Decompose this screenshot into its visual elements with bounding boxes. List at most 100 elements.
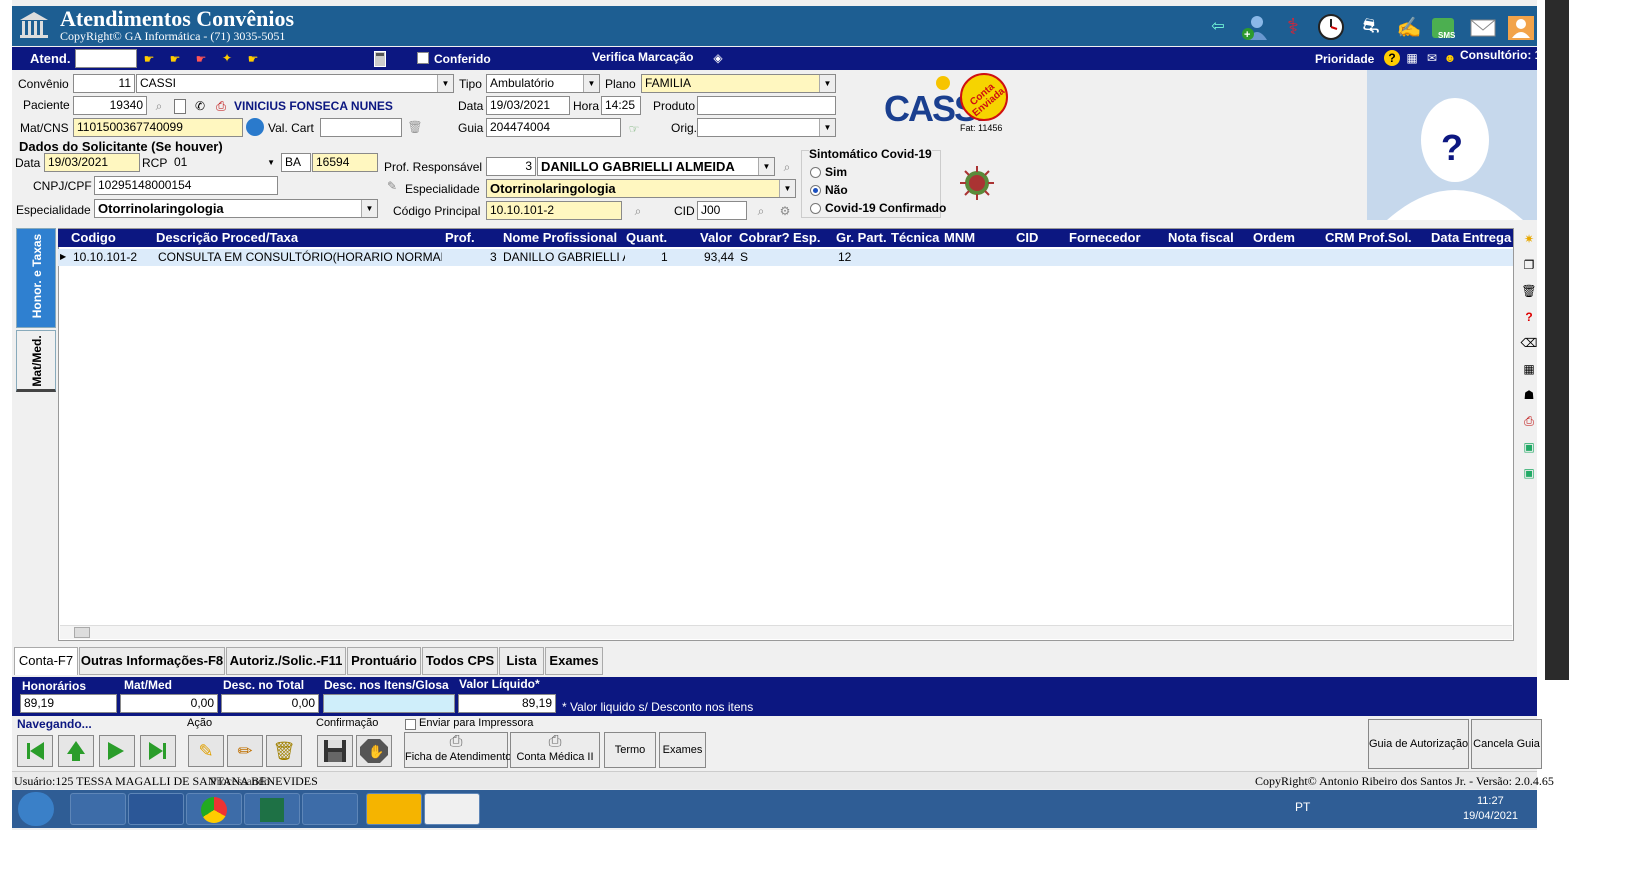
exames-button[interactable]: Exames (659, 732, 706, 768)
col-gr-part[interactable]: Gr. Part. (836, 230, 887, 245)
tab-outras-informacoes[interactable]: Outras Informações-F8 (79, 647, 225, 675)
first-record-button[interactable] (17, 735, 53, 767)
binoculars-icon[interactable]: ⌕ (778, 158, 796, 176)
next-record-button[interactable] (99, 735, 135, 767)
matmed-field[interactable]: 0,00 (120, 694, 218, 713)
paciente-code-field[interactable]: 19340 (73, 96, 147, 115)
cell-cobrar[interactable]: S (740, 250, 748, 264)
plano-select[interactable]: FAMILIA ▼ (641, 74, 836, 93)
valcart-field[interactable] (320, 118, 402, 137)
back-arrow-icon[interactable]: ⇦ (1208, 16, 1228, 36)
esp-select[interactable]: Otorrinolaringologia ▼ (94, 199, 378, 218)
prof-select[interactable]: DANILLO GABRIELLI ALMEIDA ▼ (537, 157, 775, 176)
desc-itens-field[interactable] (323, 694, 455, 713)
trash-icon[interactable]: 🗑 (406, 118, 424, 136)
chevron-down-icon[interactable]: ▼ (437, 75, 453, 92)
uf-field[interactable]: BA (281, 153, 311, 172)
table-row[interactable]: ▶ 10.10.101-2 CONSULTA EM CONSULTÓRIO(HO… (58, 249, 1513, 266)
col-crm-prof-sol[interactable]: CRM Prof.Sol. (1325, 230, 1412, 245)
stretcher-icon[interactable]: ⛐ (1356, 12, 1386, 42)
col-fornecedor[interactable]: Fornecedor (1069, 230, 1141, 245)
calendar-icon[interactable]: ▦ (1404, 50, 1420, 66)
col-mnm[interactable]: MNM (944, 230, 975, 245)
covid-radio-confirmado[interactable] (810, 203, 821, 214)
monitor-icon[interactable]: ▣ (1520, 438, 1538, 456)
chevron-down-icon[interactable]: ▼ (819, 75, 835, 92)
trash-icon[interactable]: 🗑 (1520, 282, 1538, 300)
col-prof[interactable]: Prof. (445, 230, 475, 245)
guia-field[interactable]: 204474004 (486, 118, 621, 137)
start-button[interactable] (18, 792, 54, 826)
col-ordem[interactable]: Ordem (1253, 230, 1295, 245)
cancel-button[interactable]: ✋ (356, 735, 392, 767)
covid-radio-sim[interactable] (810, 167, 821, 178)
pointer-add-icon[interactable]: ☛ (192, 51, 210, 67)
chevron-down-icon[interactable]: ▼ (758, 158, 774, 175)
cnpj-field[interactable]: 10295148000154 (94, 176, 278, 195)
col-descricao[interactable]: Descrição Proced/Taxa (156, 230, 298, 245)
conta-medica-button[interactable]: ⎙ Conta Médica II (510, 732, 600, 768)
scroll-thumb[interactable] (74, 627, 90, 638)
printer-icon[interactable]: ⎙ (1520, 412, 1538, 430)
hora-field[interactable]: 14:25 (601, 96, 641, 115)
binoculars-icon[interactable]: ⌕ (751, 202, 771, 220)
new-button[interactable]: ✎ (188, 735, 224, 767)
mail-icon[interactable] (1468, 12, 1498, 42)
clock-time[interactable]: 11:27 (1477, 795, 1504, 807)
sms-icon[interactable]: SMS (1430, 12, 1460, 42)
data-field[interactable]: 19/03/2021 (486, 96, 570, 115)
cell-descricao[interactable]: CONSULTA EM CONSULTÓRIO(HORARIO NORMAL O (158, 250, 442, 264)
col-esp[interactable]: Esp. (793, 230, 820, 245)
handshake-icon[interactable]: ✍ (1394, 12, 1424, 42)
col-nome-profissional[interactable]: Nome Profissional (503, 230, 617, 245)
doctor-icon[interactable]: ☻ (1442, 50, 1458, 66)
cell-nome-profissional[interactable]: DANILLO GABRIELLI A (503, 250, 625, 264)
col-tecnica[interactable]: Técnica (891, 230, 939, 245)
tab-matmed[interactable]: Mat/Med. (16, 330, 56, 392)
convenio-code-field[interactable]: 11 (73, 74, 135, 93)
explorer-taskbar-icon[interactable] (70, 793, 126, 825)
col-quant[interactable]: Quant. (626, 230, 667, 245)
tab-autoriz-solic[interactable]: Autoriz./Solic.-F11 (226, 647, 346, 675)
cid-field[interactable]: J00 (697, 201, 747, 220)
pointer-icon[interactable]: ☛ (166, 51, 184, 67)
chevron-down-icon[interactable]: ▼ (819, 119, 835, 136)
pointer-icon[interactable]: ☛ (140, 51, 158, 67)
copy-icon[interactable]: ❐ (1520, 256, 1538, 274)
language-indicator[interactable]: PT (1295, 800, 1310, 814)
liquido-field[interactable]: 89,19 (458, 694, 556, 713)
edit-button[interactable]: ✏ (227, 735, 263, 767)
convenio-select[interactable]: CASSI ▼ (136, 74, 454, 93)
tab-prontuario[interactable]: Prontuário (347, 647, 421, 675)
orig-select[interactable]: ▼ (697, 118, 836, 137)
cell-gr-part[interactable]: 12 (838, 250, 851, 264)
add-user-icon[interactable]: + (1238, 12, 1270, 42)
cancela-guia-button[interactable]: Cancela Guia (1471, 719, 1542, 769)
calendar-icon[interactable]: ▦ (1520, 360, 1538, 378)
codprinc-field[interactable]: 10.10.101-2 (486, 201, 622, 220)
chevron-down-icon[interactable]: ▼ (267, 154, 275, 171)
tab-exames[interactable]: Exames (545, 647, 603, 675)
matcns-field[interactable]: 1101500367740099 (73, 118, 243, 137)
pencil-icon[interactable]: ✎ (384, 178, 400, 194)
produto-field[interactable] (697, 96, 836, 115)
document-icon[interactable] (172, 97, 188, 115)
horizontal-scrollbar[interactable] (60, 625, 1512, 639)
tab-todos-cps[interactable]: Todos CPS (422, 647, 498, 675)
col-cid[interactable]: CID (1016, 230, 1038, 245)
cell-codigo[interactable]: 10.10.101-2 (73, 250, 137, 264)
rcp-select[interactable]: 01 ▼ (170, 153, 278, 172)
magic-icon[interactable]: ✦ (218, 49, 236, 67)
last-record-button[interactable] (140, 735, 176, 767)
prev-record-button[interactable] (58, 735, 94, 767)
chevron-down-icon[interactable]: ▼ (361, 200, 377, 217)
tab-honor-taxas[interactable]: Honor. e Taxas (16, 228, 56, 328)
conferido-checkbox[interactable] (417, 52, 429, 64)
phone-icon[interactable]: ✆ (192, 97, 208, 115)
tipo-select[interactable]: Ambulatório ▼ (486, 74, 600, 93)
col-cobrar[interactable]: Cobrar? (739, 230, 790, 245)
col-nota-fiscal[interactable]: Nota fiscal (1168, 230, 1234, 245)
notepad-taskbar-icon[interactable] (302, 793, 358, 825)
cell-prof[interactable]: 3 (490, 250, 497, 264)
desc-total-field[interactable]: 0,00 (221, 694, 319, 713)
